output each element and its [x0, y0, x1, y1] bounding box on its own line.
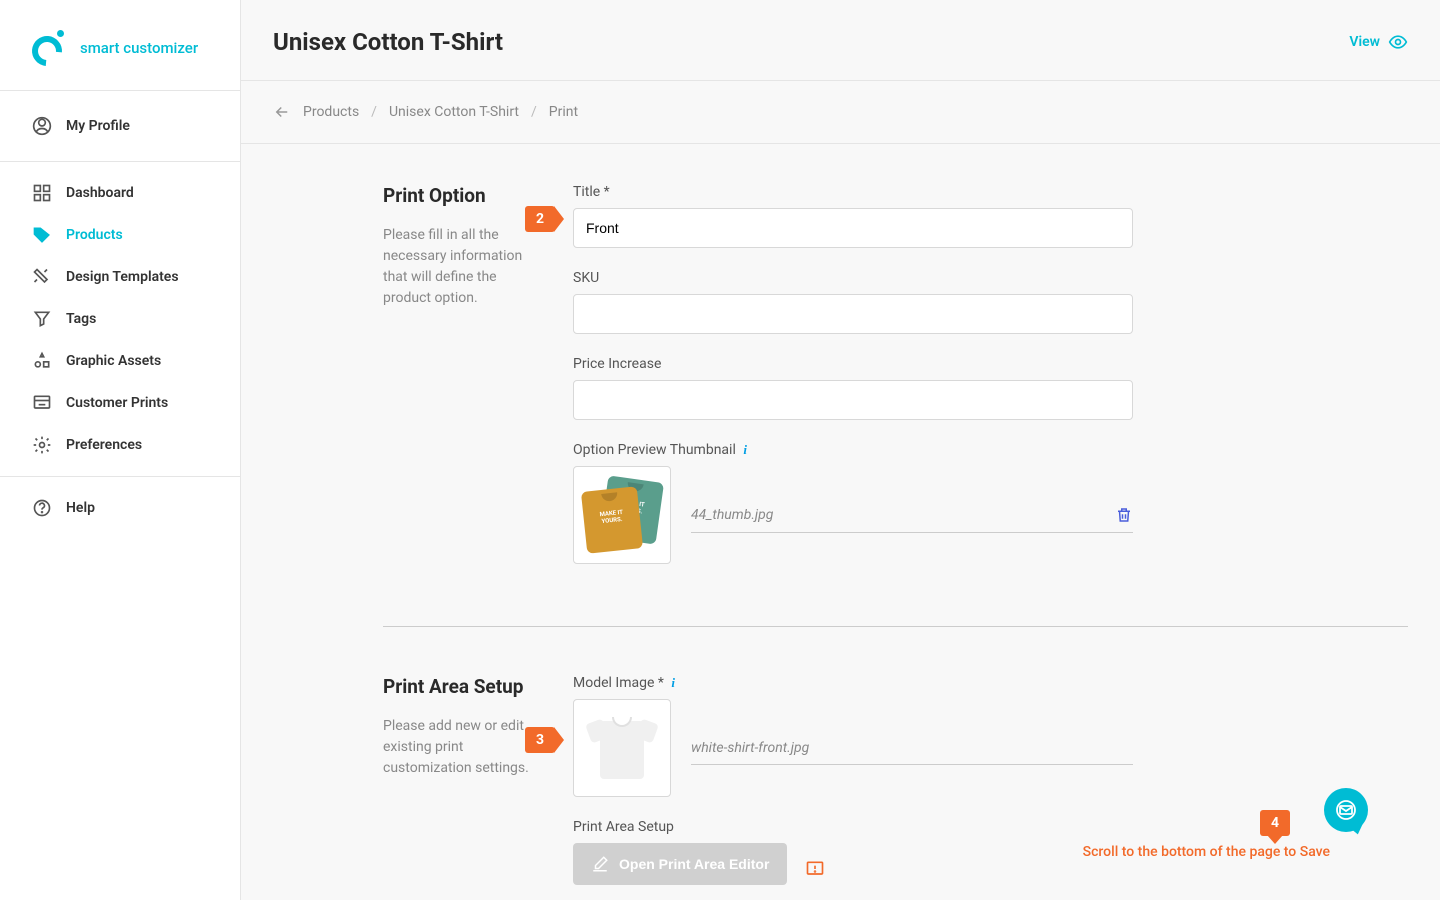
dashboard-icon	[32, 183, 52, 203]
eye-icon	[1388, 32, 1408, 52]
thumb-preview[interactable]: MAKE ITYOURS. MAKE ITYOURS.	[573, 466, 671, 564]
breadcrumb-root[interactable]: Products	[303, 104, 359, 120]
info-icon[interactable]: i	[671, 675, 675, 691]
brand-logo[interactable]: smart customizer	[0, 0, 240, 91]
nav-label: Customer Prints	[66, 395, 168, 411]
price-input[interactable]	[573, 380, 1133, 420]
pencil-icon	[591, 855, 609, 873]
trash-icon	[1115, 506, 1133, 524]
section-title: Print Area Setup	[383, 675, 533, 698]
nav-label: Tags	[66, 311, 96, 327]
sidebar-item-products[interactable]: Products	[0, 214, 240, 256]
back-arrow-icon[interactable]	[273, 103, 291, 121]
nav-label: Dashboard	[66, 185, 134, 201]
section-title: Print Option	[383, 184, 533, 207]
nav-label: Graphic Assets	[66, 353, 161, 369]
nav-label: Products	[66, 227, 123, 243]
breadcrumb: Products / Unisex Cotton T-Shirt / Print	[241, 81, 1440, 144]
thumb-filename: 44_thumb.jpg	[691, 507, 773, 523]
thumb-label: Option Preview Thumbnail i	[573, 442, 1133, 458]
user-icon	[32, 116, 52, 136]
nav-label: Help	[66, 500, 95, 516]
sku-input[interactable]	[573, 294, 1133, 334]
save-hint-text: Scroll to the bottom of the page to Save	[1083, 844, 1330, 860]
gear-icon	[32, 435, 52, 455]
view-label: View	[1349, 34, 1380, 50]
mail-icon	[1334, 798, 1358, 822]
sidebar-item-tags[interactable]: Tags	[0, 298, 240, 340]
page-header: Unisex Cotton T-Shirt View	[241, 0, 1440, 81]
sidebar-item-customer-prints[interactable]: Customer Prints	[0, 382, 240, 424]
open-print-area-editor-button[interactable]: Open Print Area Editor	[573, 843, 787, 885]
model-preview[interactable]	[573, 699, 671, 797]
section-desc: Please add new or edit existing print cu…	[383, 716, 533, 779]
sidebar-item-profile[interactable]: My Profile	[0, 105, 240, 147]
sidebar-item-design-templates[interactable]: Design Templates	[0, 256, 240, 298]
delete-thumb-button[interactable]	[1115, 506, 1133, 524]
sidebar-item-dashboard[interactable]: Dashboard	[0, 172, 240, 214]
help-icon	[32, 498, 52, 518]
info-icon[interactable]: i	[743, 442, 747, 458]
view-button[interactable]: View	[1349, 32, 1408, 52]
design-icon	[32, 267, 52, 287]
nav-label: Preferences	[66, 437, 142, 453]
tag-icon	[32, 225, 52, 245]
logo-icon	[32, 30, 68, 66]
section-desc: Please fill in all the necessary informa…	[383, 225, 533, 309]
sku-label: SKU	[573, 270, 1133, 286]
section-print-option: Print Option Please fill in all the nece…	[273, 184, 1408, 626]
step-marker-2: 2	[525, 206, 555, 232]
model-label: Model Image * i	[573, 675, 1133, 691]
title-label: Title *	[573, 184, 1133, 200]
nav-label: Design Templates	[66, 269, 179, 285]
sidebar-item-preferences[interactable]: Preferences	[0, 424, 240, 466]
prints-icon	[32, 393, 52, 413]
step-marker-4-badge: 4	[1260, 810, 1290, 836]
title-input[interactable]	[573, 208, 1133, 248]
sidebar-item-graphic-assets[interactable]: Graphic Assets	[0, 340, 240, 382]
price-label: Price Increase	[573, 356, 1133, 372]
alert-icon	[805, 859, 825, 879]
chat-fab[interactable]	[1324, 788, 1368, 832]
sidebar: smart customizer My Profile Dashboard	[0, 0, 241, 900]
assets-icon	[32, 351, 52, 371]
setup-label: Print Area Setup	[573, 819, 1133, 835]
model-filename: white-shirt-front.jpg	[691, 740, 809, 756]
breadcrumb-product[interactable]: Unisex Cotton T-Shirt	[389, 104, 519, 120]
page-title: Unisex Cotton T-Shirt	[273, 28, 503, 56]
main: Unisex Cotton T-Shirt View Products / Un…	[241, 0, 1440, 900]
filter-icon	[32, 309, 52, 329]
sidebar-item-help[interactable]: Help	[0, 487, 240, 529]
brand-name: smart customizer	[80, 39, 198, 57]
breadcrumb-leaf: Print	[549, 104, 578, 120]
step-marker-3: 3	[525, 727, 555, 753]
nav-label: My Profile	[66, 118, 130, 134]
